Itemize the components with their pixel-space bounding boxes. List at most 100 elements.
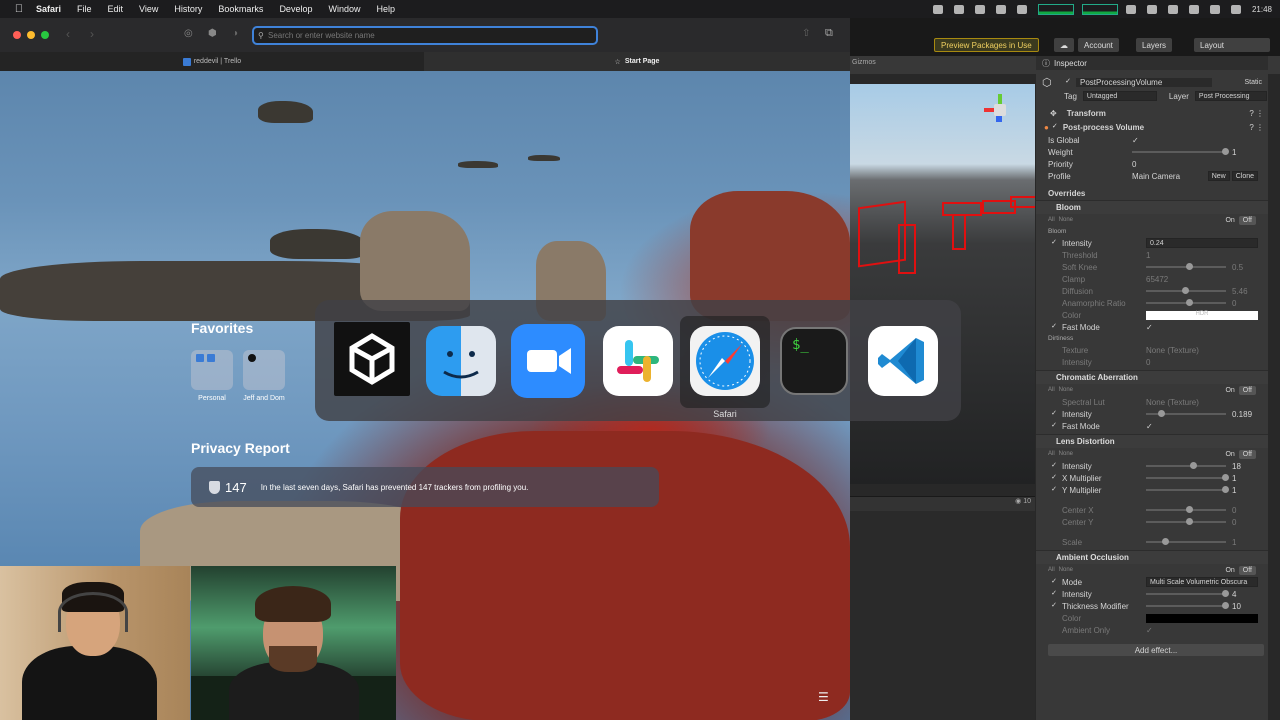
bloom-anamorphic-slider[interactable] xyxy=(1146,299,1226,306)
dirt-intensity-field[interactable]: 0 xyxy=(1146,358,1258,367)
none-toggle[interactable]: None xyxy=(1055,217,1073,223)
override-checkbox[interactable] xyxy=(1050,358,1058,366)
finder-icon[interactable] xyxy=(426,326,496,396)
record-icon[interactable] xyxy=(995,4,1006,14)
component-menu-icon[interactable]: ? ⋮ xyxy=(1249,123,1264,132)
override-checkbox[interactable]: ✓ xyxy=(1050,486,1058,494)
is-global-checkbox[interactable]: ✓ xyxy=(1132,136,1258,145)
extension-icon[interactable]: ⬢ xyxy=(208,28,217,39)
override-checkbox[interactable] xyxy=(1050,287,1058,295)
override-checkbox[interactable]: ✓ xyxy=(1050,590,1058,598)
lens-on-off[interactable]: On Off xyxy=(1221,449,1256,459)
apple-menu-icon[interactable]:  xyxy=(12,3,26,15)
sync-icon[interactable] xyxy=(1016,4,1027,14)
ao-thickness-slider[interactable] xyxy=(1146,602,1229,609)
weight-slider[interactable] xyxy=(1132,148,1229,155)
override-checkbox[interactable] xyxy=(1050,506,1058,514)
customize-start-page-icon[interactable]: ☰ xyxy=(818,690,829,704)
minimize-window-button[interactable] xyxy=(27,31,35,39)
wifi-icon[interactable] xyxy=(1188,4,1199,14)
add-effect-button[interactable]: Add effect... xyxy=(1048,644,1264,656)
flame-icon[interactable] xyxy=(974,4,985,14)
lens-xmul-slider[interactable] xyxy=(1146,474,1229,481)
address-bar[interactable]: ⚲ Search or enter website name xyxy=(252,26,598,45)
ao-on-off[interactable]: On Off xyxy=(1221,565,1256,575)
lens-scale-slider[interactable] xyxy=(1146,538,1226,545)
pin-icon[interactable] xyxy=(1125,4,1136,14)
override-checkbox[interactable] xyxy=(1050,311,1058,319)
lens-intensity-slider[interactable] xyxy=(1146,462,1226,469)
close-window-button[interactable] xyxy=(13,31,21,39)
chromatic-section-header[interactable]: Chromatic Aberration xyxy=(1036,370,1268,384)
bloom-section-header[interactable]: Bloom xyxy=(1036,200,1268,214)
scene-view[interactable] xyxy=(850,84,1035,484)
bird-icon[interactable] xyxy=(953,4,964,14)
network-graph-icon[interactable] xyxy=(1081,3,1118,15)
favorite-jeff-and-dom[interactable] xyxy=(243,350,285,390)
clone-profile-button[interactable]: Clone xyxy=(1231,171,1258,181)
bloom-on-off[interactable]: On Off xyxy=(1221,215,1256,225)
clock[interactable]: 21:48 xyxy=(1252,5,1272,14)
lens-centerx-slider[interactable] xyxy=(1146,506,1226,513)
override-checkbox[interactable]: ✓ xyxy=(1050,422,1058,430)
favorite-personal[interactable] xyxy=(191,350,233,390)
ao-color-swatch[interactable] xyxy=(1146,613,1258,623)
share-icon[interactable]: ⇧ xyxy=(802,28,810,39)
bloom-softknee-slider[interactable] xyxy=(1146,263,1226,270)
all-toggle[interactable]: All xyxy=(1036,567,1055,573)
override-checkbox[interactable]: ✓ xyxy=(1050,474,1058,482)
chromatic-on-off[interactable]: On Off xyxy=(1221,385,1256,395)
bloom-intensity-field[interactable]: 0.24 xyxy=(1146,238,1258,248)
volume-component-header[interactable]: Post-process Volume xyxy=(1063,123,1144,132)
none-toggle[interactable]: None xyxy=(1055,567,1073,573)
bloom-clamp-field[interactable]: 65472 xyxy=(1146,275,1258,284)
transform-header[interactable]: Transform xyxy=(1067,109,1106,118)
override-checkbox[interactable] xyxy=(1050,518,1058,526)
unity-icon[interactable] xyxy=(334,322,410,396)
tab-start-page[interactable]: ☆ Start Page xyxy=(424,52,850,71)
back-icon[interactable]: ‹ xyxy=(66,27,70,41)
forward-icon[interactable]: › xyxy=(90,27,94,41)
ao-mode-dropdown[interactable]: Multi Scale Volumetric Obscura xyxy=(1146,577,1258,587)
all-toggle[interactable]: All xyxy=(1036,387,1055,393)
chromatic-fastmode-checkbox[interactable]: ✓ xyxy=(1146,422,1258,431)
menu-edit[interactable]: Edit xyxy=(108,4,124,14)
lens-centery-slider[interactable] xyxy=(1146,518,1226,525)
ao-ambient-only-checkbox[interactable]: ✓ xyxy=(1146,626,1258,635)
override-checkbox[interactable]: ✓ xyxy=(1050,239,1058,247)
override-checkbox[interactable]: ✓ xyxy=(1050,462,1058,470)
spectral-lut-field[interactable]: None (Texture) xyxy=(1146,398,1258,407)
account-dropdown[interactable]: Account xyxy=(1078,38,1119,52)
cloud-icon[interactable]: ☁ xyxy=(1054,38,1074,52)
override-checkbox[interactable]: ✓ xyxy=(1050,578,1058,586)
privacy-report-icon[interactable]: ◎ xyxy=(184,28,193,39)
chromatic-intensity-slider[interactable] xyxy=(1146,410,1226,417)
active-checkbox[interactable]: ✓ xyxy=(1064,78,1072,86)
zoom-icon[interactable] xyxy=(511,324,585,398)
menu-window[interactable]: Window xyxy=(328,4,360,14)
shield-icon[interactable]: ◑ xyxy=(232,28,238,39)
tab-trello[interactable]: reddevil | Trello xyxy=(0,52,424,71)
override-checkbox[interactable]: ✓ xyxy=(1050,323,1058,331)
override-checkbox[interactable] xyxy=(1050,263,1058,271)
override-checkbox[interactable] xyxy=(1050,398,1058,406)
menu-bookmarks[interactable]: Bookmarks xyxy=(218,4,263,14)
spotlight-icon[interactable] xyxy=(1209,4,1220,14)
dirt-texture-field[interactable]: None (Texture) xyxy=(1146,346,1258,355)
bluetooth-icon[interactable] xyxy=(1146,4,1157,14)
lens-section-header[interactable]: Lens Distortion xyxy=(1036,434,1268,448)
override-checkbox[interactable] xyxy=(1050,275,1058,283)
layout-dropdown[interactable]: Layout xyxy=(1194,38,1270,52)
all-toggle[interactable]: All xyxy=(1036,451,1055,457)
override-checkbox[interactable] xyxy=(1050,614,1058,622)
privacy-report-card[interactable]: 147 In the last seven days, Safari has p… xyxy=(191,467,659,507)
menu-history[interactable]: History xyxy=(174,4,202,14)
tab-overview-icon[interactable]: ⧉ xyxy=(825,27,833,40)
priority-field[interactable]: 0 xyxy=(1132,160,1258,169)
tag-dropdown[interactable]: Untagged xyxy=(1082,91,1157,101)
ao-intensity-slider[interactable] xyxy=(1146,590,1229,597)
object-name-field[interactable]: PostProcessingVolume xyxy=(1076,77,1212,87)
static-dropdown[interactable]: Static xyxy=(1244,79,1262,86)
layers-dropdown[interactable]: Layers xyxy=(1136,38,1173,52)
slack-icon[interactable] xyxy=(603,326,673,396)
